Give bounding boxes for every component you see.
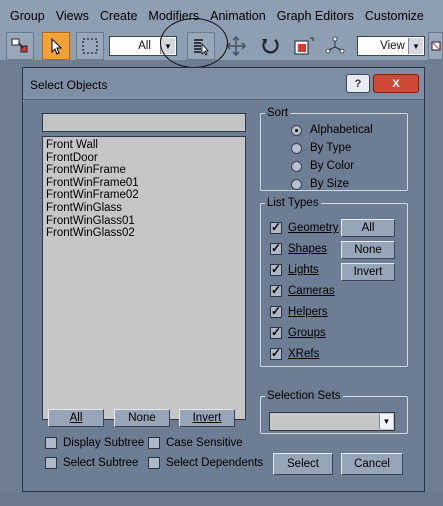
radio-dot	[291, 160, 302, 172]
select-button[interactable]: Select	[273, 453, 333, 475]
checkbox-box	[270, 220, 282, 234]
display-subtree-checkbox[interactable]: Display Subtree	[45, 437, 144, 449]
chevron-down-icon: ▼	[408, 38, 423, 54]
list-item[interactable]: FrontWinFrame01	[46, 177, 242, 190]
list-types-invert-button[interactable]: Invert	[341, 263, 395, 281]
menu-group[interactable]: Group	[10, 9, 45, 23]
radio-dot	[291, 178, 302, 190]
checkbox-box	[45, 437, 57, 449]
menu-animation[interactable]: Animation	[210, 9, 266, 23]
list-item[interactable]: FrontDoor	[46, 152, 242, 165]
checkbox-box	[45, 457, 57, 469]
select-objects-dialog: Select Objects ? X Front Wall FrontDoor …	[22, 67, 425, 492]
menu-bar: Group Views Create Modifiers Animation G…	[0, 0, 443, 32]
reference-coordinate-dropdown[interactable]: View ▼	[357, 36, 425, 56]
checkbox-box	[270, 241, 282, 255]
highlight-circle	[160, 18, 228, 68]
checkbox-box	[270, 262, 282, 276]
dialog-title: Select Objects	[30, 78, 108, 92]
radio-dot	[291, 124, 302, 136]
selection-sets-dropdown[interactable]: ▼	[269, 412, 395, 431]
dialog-titlebar[interactable]: Select Objects ? X	[23, 68, 424, 100]
menu-graph-editors[interactable]: Graph Editors	[277, 9, 354, 23]
name-filter-input[interactable]	[42, 113, 246, 132]
cameras-checkbox[interactable]: Cameras	[270, 283, 335, 297]
menu-customize[interactable]: Customize	[365, 9, 424, 23]
reference-coordinate-value: View	[380, 40, 405, 52]
xrefs-checkbox[interactable]: XRefs	[270, 346, 319, 360]
checkbox-box	[270, 325, 282, 339]
list-item[interactable]: FrontWinFrame	[46, 164, 242, 177]
checkbox-box	[148, 437, 160, 449]
cancel-button[interactable]: Cancel	[341, 453, 403, 475]
lights-checkbox[interactable]: Lights	[270, 262, 319, 276]
list-types-label: List Types	[267, 197, 319, 209]
selection-sets-group: Selection Sets ▼	[260, 390, 408, 434]
case-sensitive-checkbox[interactable]: Case Sensitive	[148, 437, 243, 449]
selection-filter-value: All	[138, 40, 151, 52]
sort-by-size-radio[interactable]: By Size	[291, 178, 349, 190]
select-dependents-checkbox[interactable]: Select Dependents	[148, 457, 263, 469]
list-item[interactable]: FrontWinGlass	[46, 202, 242, 215]
sort-by-type-radio[interactable]: By Type	[291, 142, 351, 154]
select-subtree-checkbox[interactable]: Select Subtree	[45, 457, 138, 469]
viewport-strip	[0, 492, 443, 506]
list-item[interactable]: Front Wall	[46, 139, 242, 152]
pivot-icon[interactable]	[321, 32, 349, 60]
list-item[interactable]: FrontWinFrame02	[46, 189, 242, 202]
list-item[interactable]: FrontWinGlass02	[46, 227, 242, 240]
sort-alphabetical-radio[interactable]: Alphabetical	[291, 124, 373, 136]
checkbox-box	[270, 304, 282, 318]
geometry-checkbox[interactable]: Geometry	[270, 220, 339, 234]
select-none-button[interactable]: None	[114, 409, 170, 427]
menu-views[interactable]: Views	[56, 9, 89, 23]
dialog-content: Front Wall FrontDoor FrontWinFrame Front…	[23, 101, 424, 491]
checkbox-box	[270, 283, 282, 297]
select-link-icon[interactable]	[6, 32, 34, 60]
list-types-none-button[interactable]: None	[341, 241, 395, 259]
groups-checkbox[interactable]: Groups	[270, 325, 326, 339]
helpers-checkbox[interactable]: Helpers	[270, 304, 328, 318]
object-list[interactable]: Front Wall FrontDoor FrontWinFrame Front…	[42, 136, 246, 420]
chevron-down-icon: ▼	[379, 414, 393, 429]
close-button[interactable]: X	[373, 74, 419, 93]
selection-sets-label: Selection Sets	[267, 390, 341, 402]
radio-dot	[291, 142, 302, 154]
rotate-icon[interactable]	[256, 32, 284, 60]
help-button[interactable]: ?	[346, 74, 370, 93]
list-item[interactable]: FrontWinGlass01	[46, 215, 242, 228]
list-types-all-button[interactable]: All	[341, 219, 395, 237]
sort-by-color-radio[interactable]: By Color	[291, 160, 354, 172]
select-region-icon[interactable]	[76, 32, 104, 60]
sort-label: Sort	[267, 107, 289, 119]
checkbox-box	[148, 457, 160, 469]
shapes-checkbox[interactable]: Shapes	[270, 241, 327, 255]
select-all-button[interactable]: All	[48, 409, 104, 427]
overflow-toolbar-icon[interactable]	[428, 32, 443, 60]
checkbox-box	[270, 346, 282, 360]
select-object-icon[interactable]	[42, 32, 70, 60]
scale-icon[interactable]	[289, 32, 319, 60]
select-invert-button[interactable]: Invert	[179, 409, 235, 427]
menu-create[interactable]: Create	[100, 9, 138, 23]
